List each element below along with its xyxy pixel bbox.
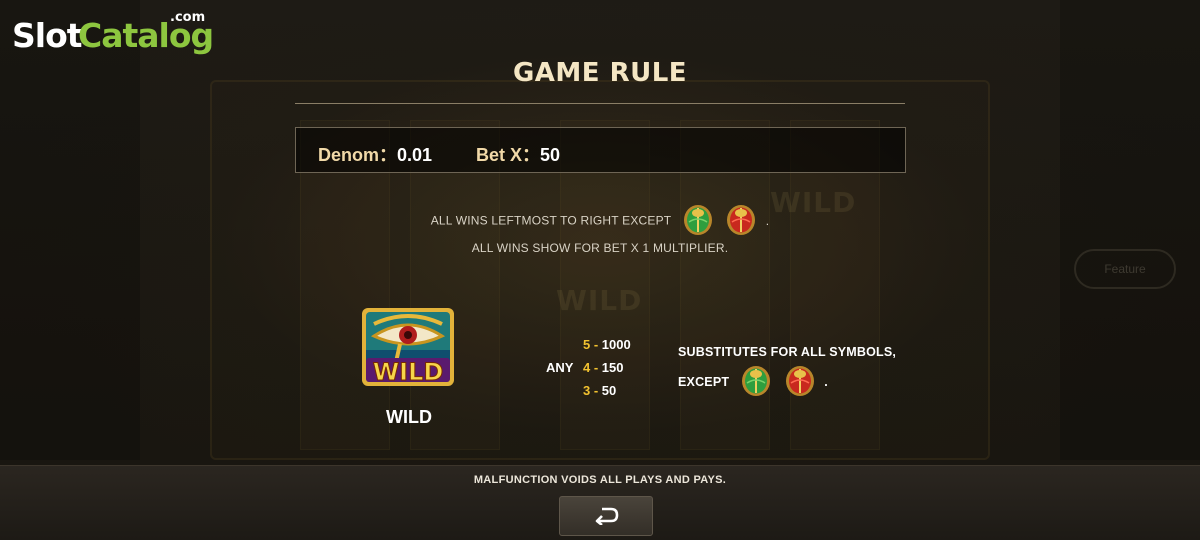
malfunction-notice: MALFUNCTION VOIDS ALL PLAYS AND PAYS.: [473, 474, 727, 486]
background-wild-watermark: WILD: [556, 284, 643, 317]
bet-value: 50: [540, 145, 561, 165]
return-arrow-icon: [595, 507, 619, 525]
denom-value: 0.01: [397, 145, 433, 165]
wild-except-line: EXCEPT .: [678, 365, 828, 400]
back-button[interactable]: [559, 496, 653, 536]
pay-count: 5 -: [583, 337, 599, 352]
rule-line-direction-text: ALL WINS LEFTMOST TO RIGHT EXCEPT: [430, 213, 672, 228]
page-title: GAME RULE: [512, 58, 688, 88]
wild-symbol-name: WILD: [386, 407, 432, 427]
pay-row: 4 - 150: [583, 360, 624, 375]
denom-info: Denom：0.01: [318, 141, 432, 167]
pay-value: 50: [601, 383, 617, 398]
rule-line-direction-end: .: [765, 213, 770, 228]
wild-substitute-text: SUBSTITUTES FOR ALL SYMBOLS,: [678, 345, 897, 359]
bet-label: Bet X：: [476, 145, 541, 165]
bet-info: Bet X：50: [476, 141, 560, 167]
green-scarab-icon: [741, 365, 771, 400]
pay-count: 4 -: [583, 360, 599, 375]
rule-line-multiplier: ALL WINS SHOW FOR BET X 1 MULTIPLIER.: [471, 241, 729, 255]
logo-com-text: .com: [170, 10, 206, 25]
title-divider: [295, 103, 905, 104]
wild-symbol-text: WILD: [373, 358, 444, 386]
wild-except-end: .: [824, 374, 828, 389]
red-scarab-icon: [785, 365, 815, 400]
background-left-shade: [0, 0, 140, 460]
background-right-shade: [1060, 0, 1200, 460]
wild-except-text: EXCEPT: [678, 374, 730, 389]
pay-any-label: ANY: [546, 360, 574, 375]
background-feature-button: Feature: [1074, 249, 1176, 289]
red-scarab-icon: [726, 204, 756, 239]
green-scarab-icon: [683, 204, 713, 239]
pay-count: 3 -: [583, 383, 599, 398]
denom-panel: Denom：0.01 Bet X：50: [295, 127, 906, 173]
pay-value: 150: [601, 360, 624, 375]
rule-line-direction: ALL WINS LEFTMOST TO RIGHT EXCEPT .: [300, 204, 900, 239]
logo-slot-text: Slot: [12, 16, 83, 55]
denom-label: Denom：: [318, 145, 398, 165]
pay-row: 3 - 50: [583, 383, 616, 398]
wild-symbol-icon: WILD: [360, 306, 456, 388]
pay-row: 5 - 1000: [583, 337, 631, 352]
pay-value: 1000: [601, 337, 631, 352]
